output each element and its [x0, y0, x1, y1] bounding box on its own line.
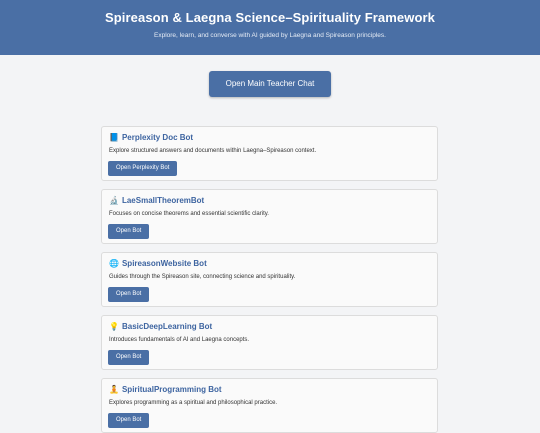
bot-card-title-text: Perplexity Doc Bot — [121, 133, 194, 142]
bot-card-title[interactable]: 🧘 SpiritualProgramming Bot — [109, 385, 222, 394]
microscope-icon: 🔬 — [109, 196, 119, 205]
bot-card-spiritual-programming: 🧘 SpiritualProgramming Bot Explores progr… — [101, 378, 438, 433]
open-main-teacher-chat-button[interactable]: Open Main Teacher Chat — [209, 71, 331, 97]
bot-card-title[interactable]: 🌐 SpireasonWebsite Bot — [109, 259, 207, 268]
page-header: Spireason & Laegna Science–Spirituality … — [0, 0, 540, 55]
bot-card-description: Introduces fundamentals of AI and Laegna… — [109, 337, 250, 343]
bot-card-laesmalltheorem: 🔬 LaeSmallTheoremBot Focuses on concise t… — [101, 189, 438, 244]
open-bot-button[interactable]: Open Bot — [108, 350, 150, 365]
bot-card-spireason-website: 🌐 SpireasonWebsite Bot Guides through the… — [101, 252, 438, 307]
open-bot-button[interactable]: Open Bot — [108, 287, 150, 302]
bot-card-title[interactable]: 🔬 LaeSmallTheoremBot — [109, 196, 204, 205]
lightbulb-icon: 💡 — [109, 322, 119, 331]
bot-card-description: Focuses on concise theorems and essentia… — [109, 211, 269, 217]
page-subtitle: Explore, learn, and converse with AI gui… — [154, 32, 386, 39]
bot-card-description: Explores programming as a spiritual and … — [109, 400, 278, 406]
meditation-icon: 🧘 — [109, 385, 119, 394]
book-icon: 📘 — [109, 133, 119, 142]
bot-card-title-text: SpireasonWebsite Bot — [121, 259, 207, 268]
bot-card-title[interactable]: 📘 Perplexity Doc Bot — [109, 133, 193, 142]
bot-card-perplexity-doc: 📘 Perplexity Doc Bot Explore structured a… — [101, 126, 438, 181]
bot-card-title-text: SpiritualProgramming Bot — [121, 385, 222, 394]
page-title: Spireason & Laegna Science–Spirituality … — [104, 10, 435, 25]
bot-card-title-text: LaeSmallTheoremBot — [121, 196, 205, 205]
bot-card-description: Guides through the Spireason site, conne… — [109, 274, 296, 280]
globe-icon: 🌐 — [109, 259, 119, 268]
open-perplexity-bot-button[interactable]: Open Perplexity Bot — [108, 161, 178, 176]
bot-card-title-text: BasicDeepLearning Bot — [121, 322, 213, 331]
bot-card-title[interactable]: 💡 BasicDeepLearning Bot — [109, 322, 212, 331]
open-bot-button[interactable]: Open Bot — [108, 413, 150, 428]
open-bot-button[interactable]: Open Bot — [108, 224, 150, 239]
bot-card-basic-deep-learning: 💡 BasicDeepLearning Bot Introduces fundam… — [101, 315, 438, 370]
bot-card-description: Explore structured answers and documents… — [109, 148, 317, 154]
